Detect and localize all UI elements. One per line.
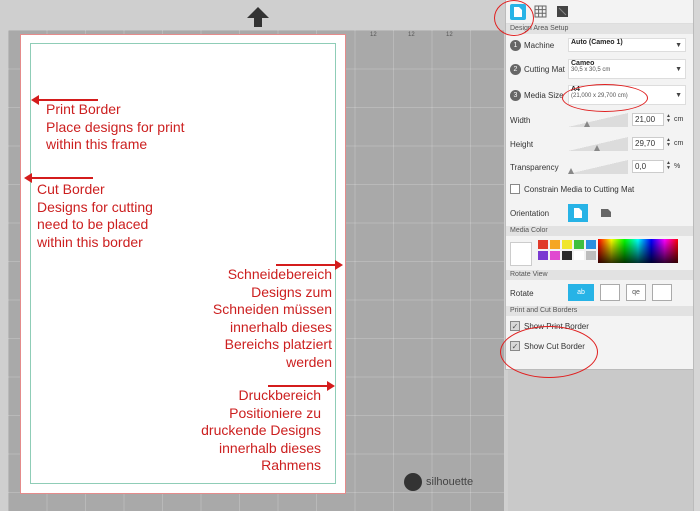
height-stepper[interactable]: ▲ ▼ bbox=[666, 138, 671, 148]
up-arrow-icon[interactable] bbox=[246, 6, 270, 28]
color-swatch[interactable] bbox=[538, 240, 548, 249]
design-area-setup-heading: Design Area Setup bbox=[506, 24, 693, 34]
color-spectrum[interactable] bbox=[598, 239, 678, 263]
constrain-checkbox[interactable] bbox=[510, 184, 520, 194]
dropdown-arrow-icon: ▼ bbox=[675, 66, 682, 73]
grid-icon bbox=[534, 5, 546, 18]
panel-scrollbar[interactable] bbox=[693, 0, 700, 511]
rotate-270-button[interactable] bbox=[652, 284, 672, 301]
schneidebereich-note: Schneidebereich Designs zum Schneiden mü… bbox=[212, 266, 332, 370]
transparency-row: Transparency 0,0 ▲ ▼ % bbox=[506, 156, 693, 178]
dropdown-arrow-icon: ▼ bbox=[675, 42, 682, 49]
slider-thumb[interactable] bbox=[584, 121, 590, 127]
rotate-90-button[interactable] bbox=[600, 284, 620, 301]
color-swatch[interactable] bbox=[550, 240, 560, 249]
background-tab[interactable] bbox=[554, 4, 570, 20]
image-icon bbox=[556, 6, 568, 17]
current-color-swatch[interactable] bbox=[510, 242, 532, 266]
silhouette-logo: silhouette bbox=[404, 473, 473, 491]
color-swatch[interactable] bbox=[562, 240, 572, 249]
slider-thumb[interactable] bbox=[568, 168, 574, 174]
color-swatch[interactable] bbox=[562, 251, 572, 260]
dropdown-arrow-icon: ▼ bbox=[675, 92, 682, 99]
color-swatch[interactable] bbox=[586, 251, 596, 260]
portrait-icon bbox=[574, 208, 582, 218]
color-swatch[interactable] bbox=[538, 251, 548, 260]
media-color-heading: Media Color bbox=[506, 226, 693, 236]
media-color-row bbox=[506, 236, 693, 270]
borders-highlight-circle bbox=[500, 326, 598, 378]
machine-select[interactable]: Auto (Cameo 1) ▼ bbox=[568, 38, 686, 52]
mat-tick: 12 bbox=[446, 32, 453, 38]
color-swatches bbox=[538, 240, 596, 260]
mat-tick: 12 bbox=[408, 32, 415, 38]
cutting-mat-row: 2 Cutting Mat Cameo 30,5 x 30,5 cm ▼ bbox=[506, 56, 693, 82]
print-cut-borders-heading: Print and Cut Borders bbox=[506, 306, 693, 316]
print-border-note: Print Border Place designs for print wit… bbox=[46, 101, 185, 152]
transparency-stepper[interactable]: ▲ ▼ bbox=[666, 161, 671, 171]
width-stepper[interactable]: ▲ ▼ bbox=[666, 114, 671, 124]
portrait-button[interactable] bbox=[568, 204, 588, 222]
panel-tabs bbox=[506, 0, 693, 24]
grid-tab[interactable] bbox=[532, 4, 548, 20]
slider-thumb[interactable] bbox=[594, 145, 600, 151]
orientation-row: Orientation bbox=[506, 200, 693, 226]
width-slider[interactable] bbox=[568, 113, 628, 127]
transparency-slider[interactable] bbox=[568, 160, 628, 174]
color-swatch[interactable] bbox=[574, 251, 584, 260]
rotate-180-button[interactable]: qe bbox=[626, 284, 646, 301]
cut-border-note: Cut Border Designs for cutting need to b… bbox=[37, 181, 153, 250]
tab-highlight-circle bbox=[494, 0, 534, 36]
rotate-view-heading: Rotate View bbox=[506, 270, 693, 280]
machine-row: 1 Machine Auto (Cameo 1) ▼ bbox=[506, 34, 693, 56]
druckbereich-note: Druckbereich Positioniere zu druckende D… bbox=[201, 387, 321, 473]
rotate-row: Rotate ab qe bbox=[506, 280, 693, 306]
color-swatch[interactable] bbox=[550, 251, 560, 260]
height-row: Height 29,70 ▲ ▼ cm bbox=[506, 132, 693, 156]
height-slider[interactable] bbox=[568, 137, 628, 151]
cut-border-arrow bbox=[24, 173, 93, 183]
color-swatch[interactable] bbox=[574, 240, 584, 249]
width-input[interactable]: 21,00 bbox=[632, 113, 664, 126]
transparency-input[interactable]: 0,0 bbox=[632, 160, 664, 173]
show-print-border-checkbox[interactable]: ✓ bbox=[510, 321, 520, 331]
landscape-button[interactable] bbox=[596, 204, 616, 222]
landscape-icon bbox=[601, 209, 611, 217]
constrain-row[interactable]: Constrain Media to Cutting Mat bbox=[506, 178, 693, 200]
mat-tick: 12 bbox=[370, 32, 377, 38]
media-size-highlight-circle bbox=[562, 84, 648, 112]
height-input[interactable]: 29,70 bbox=[632, 137, 664, 150]
silhouette-logo-icon bbox=[404, 473, 422, 491]
page-setup-panel: Design Area Setup 1 Machine Auto (Cameo … bbox=[505, 0, 693, 370]
color-swatch[interactable] bbox=[586, 240, 596, 249]
cutting-mat-area: 12 12 12 Print Border Place designs for … bbox=[0, 0, 508, 511]
cutting-mat-select[interactable]: Cameo 30,5 x 30,5 cm ▼ bbox=[568, 59, 686, 79]
rotate-0-button[interactable]: ab bbox=[568, 284, 594, 301]
